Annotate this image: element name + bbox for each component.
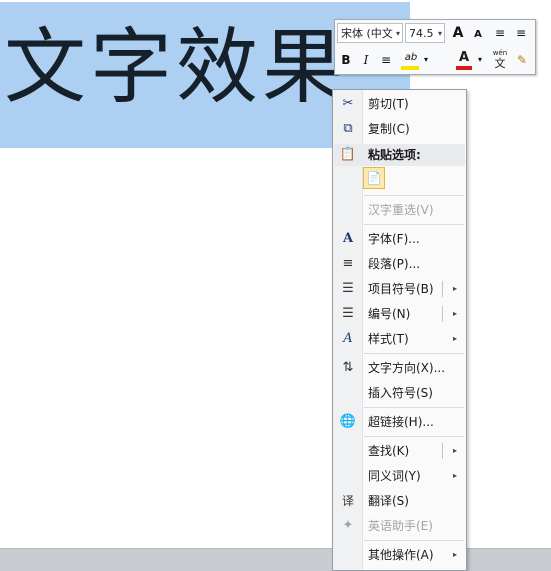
menu-item-label: 剪切(T)	[368, 97, 409, 111]
menu-item-label: 英语助手(E)	[368, 519, 433, 533]
menu-item-english-assistant: ✦ 英语助手(E)	[334, 514, 465, 538]
menu-item-label: 复制(C)	[368, 122, 410, 136]
paragraph-icon: ≡	[342, 256, 354, 271]
chevron-down-icon[interactable]: ▾	[475, 51, 485, 69]
shrink-font-icon[interactable]: A	[469, 26, 487, 44]
menu-item-label: 同义词(Y)	[368, 469, 421, 483]
menu-separator	[364, 195, 464, 196]
menu-item-styles[interactable]: A 样式(T) ▸	[334, 327, 465, 351]
menu-item-label: 编号(N)	[368, 307, 411, 321]
decrease-indent-icon[interactable]: ≡	[491, 24, 509, 42]
menu-item-label: 其他操作(A)	[368, 548, 434, 562]
chevron-down-icon[interactable]: ▾	[421, 51, 431, 69]
split-divider	[442, 443, 443, 459]
text-direction-icon: ⇅	[342, 360, 354, 375]
submenu-arrow-icon: ▸	[452, 334, 457, 343]
menu-item-label: 文字方向(X)...	[368, 361, 446, 375]
submenu-arrow-icon: ▸	[452, 550, 457, 559]
paste-keep-text-only-button[interactable]: 📄	[363, 167, 385, 189]
font-size-value: 74.5	[409, 27, 434, 40]
menu-item-label: 汉字重选(V)	[368, 203, 434, 217]
menu-item-hyperlink[interactable]: 🌐 超链接(H)...	[334, 410, 465, 434]
italic-button[interactable]: I	[357, 51, 375, 69]
submenu-arrow-icon[interactable]: ▸	[453, 302, 457, 326]
grow-font-icon[interactable]: A	[449, 24, 467, 42]
clipboard-icon: 📋	[339, 147, 357, 162]
chevron-down-icon: ▾	[395, 29, 400, 38]
increase-indent-icon[interactable]: ≡	[512, 24, 530, 42]
phonetic-guide-icon[interactable]: wén 文	[491, 49, 509, 71]
menu-separator	[364, 353, 464, 354]
submenu-arrow-icon[interactable]: ▸	[453, 277, 457, 301]
menu-item-label: 查找(K)	[368, 444, 410, 458]
paste-option-icon: 📄	[366, 171, 382, 185]
split-divider	[442, 306, 443, 322]
font-name-value: 宋体 (中文	[341, 27, 393, 40]
selected-document-text[interactable]: 文字效果	[4, 8, 348, 128]
context-menu: ✂ 剪切(T) ⧉ 复制(C) 📋 粘贴选项: 📄 汉字重选(V) A 字体(F…	[332, 89, 467, 571]
menu-item-paragraph[interactable]: ≡ 段落(P)...	[334, 252, 465, 276]
menu-item-label: 段落(P)...	[368, 257, 421, 271]
menu-heading-label: 粘贴选项:	[368, 148, 421, 162]
menu-item-label: 样式(T)	[368, 332, 409, 346]
menu-item-synonyms[interactable]: 同义词(Y) ▸	[334, 464, 465, 488]
menu-item-translate[interactable]: 译 翻译(S)	[334, 489, 465, 513]
menu-item-label: 翻译(S)	[368, 494, 409, 508]
mini-toolbar: 宋体 (中文 ▾ 74.5 ▾ A A ≡ ≡ B I ≡ ab ▾ A ▾ w…	[334, 19, 536, 75]
menu-separator	[364, 407, 464, 408]
menu-item-copy[interactable]: ⧉ 复制(C)	[334, 117, 465, 141]
menu-separator	[364, 224, 464, 225]
font-color-icon[interactable]: A	[455, 49, 473, 67]
menu-item-more-actions[interactable]: 其他操作(A) ▸	[334, 543, 465, 567]
highlight-icon[interactable]: ab	[399, 49, 423, 67]
menu-separator	[364, 540, 464, 541]
menu-item-bullets[interactable]: ☰ 项目符号(B) ▸	[334, 277, 465, 301]
scissors-icon: ✂	[342, 96, 354, 111]
menu-item-text-direction[interactable]: ⇅ 文字方向(X)...	[334, 356, 465, 380]
status-bar	[0, 548, 551, 571]
styles-icon: A	[343, 331, 353, 346]
menu-item-cut[interactable]: ✂ 剪切(T)	[334, 92, 465, 116]
phonetic-text: wén	[492, 49, 508, 57]
menu-item-label: 超链接(H)...	[368, 415, 434, 429]
menu-item-label: 字体(F)...	[368, 232, 420, 246]
menu-item-numbering[interactable]: ☰ 编号(N) ▸	[334, 302, 465, 326]
phonetic-char: 文	[494, 57, 506, 70]
menu-item-label: 插入符号(S)	[368, 386, 433, 400]
submenu-arrow-icon: ▸	[452, 471, 457, 480]
menu-item-font[interactable]: A 字体(F)...	[334, 227, 465, 251]
document-canvas[interactable]: 文字效果	[0, 0, 551, 548]
paste-options-heading: 📋 粘贴选项:	[334, 144, 465, 166]
font-color-swatch	[456, 66, 472, 70]
highlight-label: ab	[404, 52, 418, 63]
translate-icon: 译	[341, 494, 354, 508]
font-name-combo[interactable]: 宋体 (中文 ▾	[337, 23, 403, 43]
menu-item-find[interactable]: 查找(K) ▸	[334, 439, 465, 463]
chevron-down-icon: ▾	[437, 29, 442, 38]
font-size-combo[interactable]: 74.5 ▾	[405, 23, 445, 43]
highlight-color-swatch	[401, 66, 419, 70]
split-divider	[442, 281, 443, 297]
font-icon: A	[342, 231, 354, 246]
copy-icon: ⧉	[343, 121, 353, 136]
center-align-icon[interactable]: ≡	[377, 51, 395, 69]
format-painter-icon[interactable]: ✎	[513, 51, 531, 69]
bold-button[interactable]: B	[337, 51, 355, 69]
english-assistant-icon: ✦	[342, 518, 354, 533]
menu-item-reconvert: 汉字重选(V)	[334, 198, 465, 222]
hyperlink-icon: 🌐	[339, 414, 357, 429]
menu-item-insert-symbol[interactable]: 插入符号(S)	[334, 381, 465, 405]
menu-item-label: 项目符号(B)	[368, 282, 434, 296]
bullets-icon: ☰	[342, 281, 354, 296]
menu-separator	[364, 436, 464, 437]
submenu-arrow-icon[interactable]: ▸	[453, 439, 457, 463]
numbering-icon: ☰	[342, 306, 354, 321]
